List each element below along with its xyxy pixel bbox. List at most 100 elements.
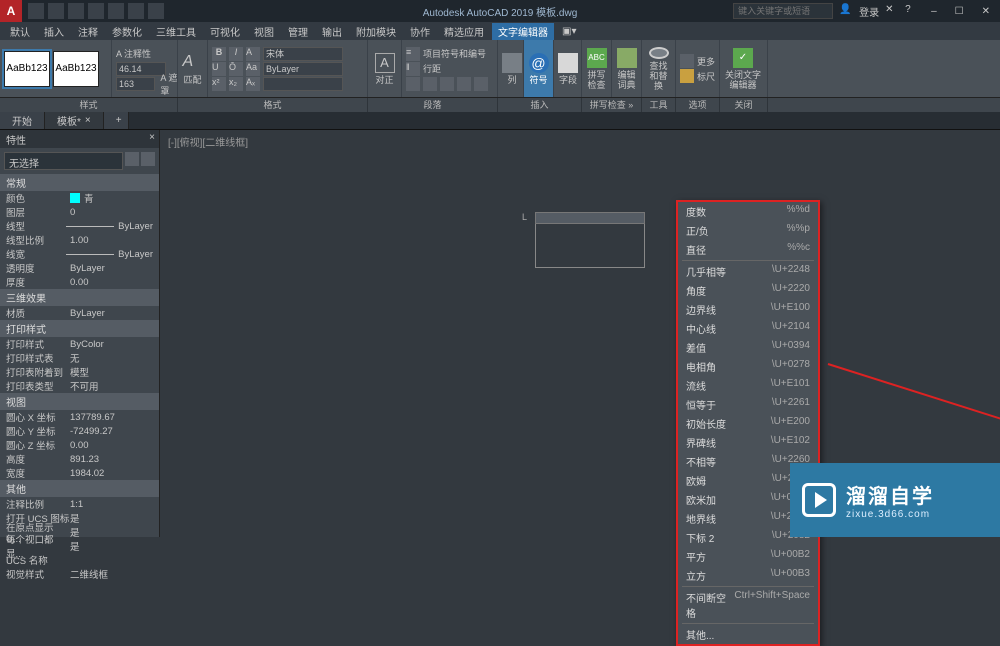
- columns-button[interactable]: 列: [502, 47, 522, 91]
- field-button[interactable]: 字段: [558, 47, 578, 91]
- symbol-item[interactable]: 差值\U+0394: [678, 338, 818, 357]
- help-icon[interactable]: ?: [905, 4, 919, 18]
- symbol-item[interactable]: 流线\U+E101: [678, 376, 818, 395]
- bullets-icon[interactable]: ≡: [406, 47, 420, 61]
- symbol-item[interactable]: 角度\U+2220: [678, 281, 818, 300]
- selection-combo[interactable]: 无选择: [4, 152, 123, 170]
- exchange-icon[interactable]: ✕: [885, 4, 899, 18]
- symbol-button[interactable]: @符号: [528, 47, 549, 91]
- menu-output[interactable]: 输出: [316, 23, 348, 40]
- italic-icon[interactable]: I: [229, 47, 243, 61]
- menu-overflow-icon[interactable]: ▣▾: [556, 25, 582, 38]
- symbol-item[interactable]: 度数%%d: [678, 202, 818, 221]
- menu-visualize[interactable]: 可视化: [204, 23, 246, 40]
- mtext-ruler[interactable]: [535, 212, 645, 224]
- close-button[interactable]: ✕: [976, 6, 996, 17]
- quick-select-icon[interactable]: [125, 152, 139, 166]
- menu-default[interactable]: 默认: [4, 23, 36, 40]
- symbol-item[interactable]: 正/负%%p: [678, 221, 818, 240]
- text-style-current[interactable]: AaBb123: [4, 51, 50, 87]
- help-search-input[interactable]: [733, 3, 833, 19]
- more-label[interactable]: 更多: [697, 55, 715, 68]
- qat-redo-icon[interactable]: [148, 3, 164, 19]
- maximize-button[interactable]: ☐: [949, 6, 970, 17]
- ruler-label[interactable]: 标尺: [697, 70, 715, 83]
- menu-view[interactable]: 视图: [248, 23, 280, 40]
- mtext-textarea[interactable]: [535, 224, 645, 268]
- qat-new-icon[interactable]: [28, 3, 44, 19]
- symbol-item[interactable]: 平方\U+00B2: [678, 547, 818, 566]
- font-combo[interactable]: 宋体: [263, 47, 343, 61]
- match-button[interactable]: A匹配: [182, 47, 203, 91]
- symbol-item[interactable]: 电相角\U+0278: [678, 357, 818, 376]
- menu-manage[interactable]: 管理: [282, 23, 314, 40]
- align-left-icon[interactable]: [406, 77, 420, 91]
- symbol-item[interactable]: 不间断空格Ctrl+Shift+Space: [678, 588, 818, 622]
- symbol-item[interactable]: 恒等于\U+2261: [678, 395, 818, 414]
- bullets-label[interactable]: 项目符号和编号: [423, 47, 486, 60]
- tab-current-doc[interactable]: 模板*×: [45, 112, 104, 129]
- minimize-button[interactable]: –: [925, 6, 943, 17]
- annotative-toggle[interactable]: A 注释性: [116, 47, 180, 61]
- align-dist-icon[interactable]: [474, 77, 488, 91]
- menu-annotate[interactable]: 注释: [72, 23, 104, 40]
- menu-insert[interactable]: 插入: [38, 23, 70, 40]
- symbol-item[interactable]: 边界线\U+E100: [678, 300, 818, 319]
- spellcheck-button[interactable]: ABC拼写检查: [586, 47, 607, 91]
- dict-button[interactable]: 编辑词典: [616, 47, 637, 91]
- signin-icon[interactable]: 👤: [839, 4, 853, 18]
- app-logo[interactable]: A: [0, 0, 22, 22]
- tab-close-icon[interactable]: ×: [85, 115, 91, 126]
- align-center-icon[interactable]: [423, 77, 437, 91]
- tab-new-icon[interactable]: +: [104, 112, 129, 129]
- qat-open-icon[interactable]: [48, 3, 64, 19]
- properties-close-icon[interactable]: ×: [149, 132, 155, 143]
- more-icon[interactable]: [680, 54, 694, 68]
- pick-icon[interactable]: [141, 152, 155, 166]
- case-icon[interactable]: Aa: [246, 62, 260, 76]
- align-right-icon[interactable]: [440, 77, 454, 91]
- qat-undo-icon[interactable]: [128, 3, 144, 19]
- symbol-item[interactable]: 立方\U+00B3: [678, 566, 818, 585]
- qat-saveas-icon[interactable]: [88, 3, 104, 19]
- overline-icon[interactable]: Ō: [229, 62, 243, 76]
- menu-3dtools[interactable]: 三维工具: [150, 23, 202, 40]
- underline-icon[interactable]: U: [212, 62, 226, 76]
- linespace-label[interactable]: 行距: [423, 62, 441, 75]
- symbol-item[interactable]: 几乎相等\U+2248: [678, 262, 818, 281]
- linespace-icon[interactable]: ‖: [406, 62, 420, 76]
- tab-start[interactable]: 开始: [0, 112, 45, 129]
- text-height-2[interactable]: 163: [116, 77, 155, 91]
- menu-featured[interactable]: 精选应用: [438, 23, 490, 40]
- menu-parametric[interactable]: 参数化: [106, 23, 148, 40]
- symbol-item[interactable]: 界碑线\U+E102: [678, 433, 818, 452]
- super-icon[interactable]: x²: [212, 77, 226, 91]
- symbol-item[interactable]: 初始长度\U+E200: [678, 414, 818, 433]
- drawing-canvas[interactable]: [-][俯视][二维线框] 度数%%d正/负%%p直径%%c 几乎相等\U+224…: [160, 130, 1000, 537]
- symbol-item[interactable]: 其他...: [678, 625, 818, 644]
- sub-icon[interactable]: x₂: [229, 77, 243, 91]
- oblique-combo[interactable]: [263, 77, 343, 91]
- viewport-label[interactable]: [-][俯视][二维线框]: [168, 134, 248, 149]
- close-editor-button[interactable]: ✓关闭文字编辑器: [724, 47, 762, 91]
- sect-misc[interactable]: 其他: [0, 480, 159, 497]
- strike-icon[interactable]: A: [246, 47, 260, 61]
- symbol-item[interactable]: 直径%%c: [678, 240, 818, 259]
- menu-addins[interactable]: 附加模块: [350, 23, 402, 40]
- menu-collab[interactable]: 协作: [404, 23, 436, 40]
- sect-3dfx[interactable]: 三维效果: [0, 289, 159, 306]
- qat-save-icon[interactable]: [68, 3, 84, 19]
- qat-plot-icon[interactable]: [108, 3, 124, 19]
- align-just-icon[interactable]: [457, 77, 471, 91]
- bylayer-combo[interactable]: ByLayer: [263, 62, 343, 76]
- sect-general[interactable]: 常规: [0, 174, 159, 191]
- signin-label[interactable]: 登录: [859, 4, 879, 19]
- clear-icon[interactable]: Aₓ: [246, 77, 260, 91]
- bold-icon[interactable]: B: [212, 47, 226, 61]
- sect-plot[interactable]: 打印样式: [0, 320, 159, 337]
- menu-texteditor[interactable]: 文字编辑器: [492, 23, 554, 40]
- text-height-1[interactable]: 46.14: [116, 62, 166, 76]
- find-button[interactable]: 查找和替换: [646, 47, 671, 91]
- text-style-alt[interactable]: AaBb123: [53, 51, 99, 87]
- mtext-editor[interactable]: [535, 212, 645, 268]
